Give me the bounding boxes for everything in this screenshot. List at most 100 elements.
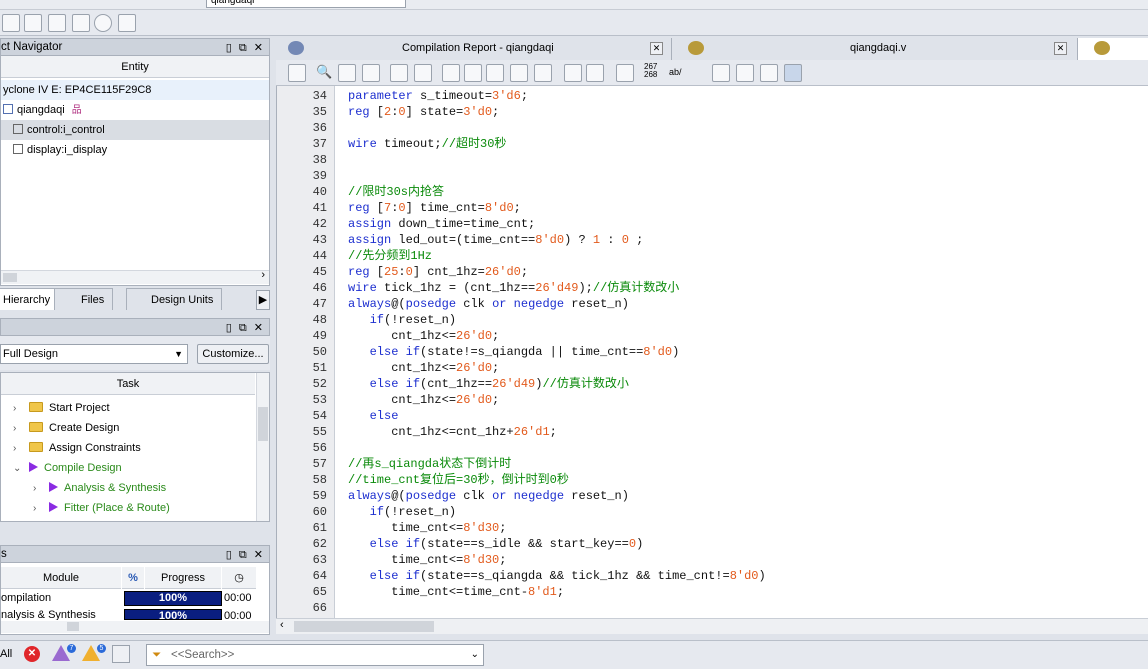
tabs-scroll-right-icon[interactable]: ▶ xyxy=(256,290,270,310)
entity-row-control[interactable]: control:i_control xyxy=(1,120,269,140)
code-line[interactable]: wire tick_1hz = (cnt_1hz==26'd49);//仿真计数… xyxy=(348,280,679,296)
close-icon[interactable]: ✕ xyxy=(650,42,663,55)
bookmark-delete-icon[interactable] xyxy=(534,64,552,82)
all-filter-button[interactable]: All xyxy=(0,648,12,660)
arrow-right-icon[interactable] xyxy=(712,64,730,82)
code-line[interactable]: cnt_1hz<=26'd0; xyxy=(348,392,499,408)
scroll-thumb[interactable] xyxy=(294,621,434,632)
code-line[interactable]: time_cnt<=8'd30; xyxy=(348,552,506,568)
line-number: 58 xyxy=(312,473,327,487)
panel-window-buttons[interactable]: ▯ ⧉ ✕ xyxy=(226,547,265,563)
indent-icon[interactable] xyxy=(390,64,408,82)
bookmark-icon[interactable] xyxy=(442,64,460,82)
bookmark-prev-icon[interactable] xyxy=(486,64,504,82)
tab-active-extra[interactable] xyxy=(1078,38,1148,60)
close-icon[interactable]: ✕ xyxy=(1054,42,1067,55)
code-line[interactable]: else if(state==s_qiangda && tick_1hz && … xyxy=(348,568,766,584)
code-line[interactable]: if(!reset_n) xyxy=(348,312,456,328)
unindent-icon[interactable] xyxy=(414,64,432,82)
top-entity-row[interactable]: qiangdaqi 品 xyxy=(1,100,82,120)
tasks-vscroll[interactable] xyxy=(256,373,269,521)
task-compile-design[interactable]: ⌄ Compile Design xyxy=(1,458,122,478)
syntax-check-icon[interactable] xyxy=(616,64,634,82)
code-line[interactable]: else xyxy=(348,408,399,424)
scroll-thumb[interactable] xyxy=(3,273,17,282)
line-number: 61 xyxy=(312,521,327,535)
code-line[interactable]: else if(cnt_1hz==26'd49)//仿真计数改小 xyxy=(348,376,629,392)
panel-icon[interactable] xyxy=(288,64,306,82)
task-start-project[interactable]: › Start Project xyxy=(1,398,110,418)
view-mode-3-icon[interactable] xyxy=(784,64,802,82)
attach-icon[interactable] xyxy=(564,64,582,82)
code-editor[interactable]: 34 35 36 37 38 39 40 41 42 43 44 45 46 47 48 49 50 51 52 53… xyxy=(276,86,1148,618)
pin-planner-icon[interactable] xyxy=(72,14,90,32)
status-hscroll[interactable] xyxy=(1,621,269,633)
edit-icon[interactable] xyxy=(24,14,42,32)
code-line[interactable]: //先分频到1Hz xyxy=(348,248,432,264)
project-combo[interactable]: qiangdaqi xyxy=(206,0,406,8)
code-line[interactable]: assign down_time=time_cnt; xyxy=(348,216,535,232)
code-line[interactable]: //限时30s内抢答 xyxy=(348,184,444,200)
suppress-icon[interactable] xyxy=(112,645,130,663)
code-line[interactable]: assign led_out=(time_cnt==8'd0) ? 1 : 0 … xyxy=(348,232,643,248)
tab-compilation-report[interactable]: Compilation Report - qiangdaqi ✕ xyxy=(276,38,672,60)
chip-planner-icon[interactable] xyxy=(94,14,112,32)
scroll-thumb[interactable] xyxy=(258,407,268,441)
task-fitter[interactable]: › Fitter (Place & Route) xyxy=(1,498,170,518)
scroll-right-icon[interactable]: › xyxy=(261,269,265,281)
bookmark-clear-icon[interactable] xyxy=(510,64,528,82)
code-line[interactable]: if(!reset_n) xyxy=(348,504,456,520)
code-line[interactable]: reg [2:0] state=3'd0; xyxy=(348,104,499,120)
code-line[interactable]: cnt_1hz<=cnt_1hz+26'd1; xyxy=(348,424,557,440)
chevron-right-icon: › xyxy=(33,483,37,494)
device-row[interactable]: yclone IV E: EP4CE115F29C8 xyxy=(1,80,269,100)
code-line[interactable]: cnt_1hz<=26'd0; xyxy=(348,360,499,376)
code-line[interactable]: parameter s_timeout=3'd6; xyxy=(348,88,528,104)
editor-hscroll[interactable]: ‹ xyxy=(276,618,1148,634)
top-entity-label: qiangdaqi xyxy=(17,104,65,116)
code-line[interactable]: wire timeout;//超时30秒 xyxy=(348,136,506,152)
scroll-thumb[interactable] xyxy=(67,622,79,631)
word-wrap-icon[interactable]: ab/ xyxy=(669,67,682,77)
code-line[interactable]: else if(state!=s_qiangda || time_cnt==8'… xyxy=(348,344,680,360)
entity-row-display[interactable]: display:i_display xyxy=(1,140,107,160)
find-replace-icon[interactable] xyxy=(338,64,356,82)
assignment-icon[interactable] xyxy=(48,14,66,32)
code-line[interactable]: cnt_1hz<=26'd0; xyxy=(348,328,499,344)
code-line[interactable]: //再s_qiangda状态下倒计时 xyxy=(348,456,511,472)
code-line[interactable]: //time_cnt复位后=30秒，倒计时到0秒 xyxy=(348,472,569,488)
bookmark-next-icon[interactable] xyxy=(464,64,482,82)
tab-qiangdaqi-v[interactable]: qiangdaqi.v ✕ xyxy=(672,38,1078,60)
tab-files[interactable]: Files xyxy=(54,288,114,310)
code-line[interactable]: else if(state==s_idle && start_key==0) xyxy=(348,536,644,552)
code-line[interactable]: reg [25:0] cnt_1hz=26'd0; xyxy=(348,264,528,280)
goto-icon[interactable] xyxy=(362,64,380,82)
view-mode-2-icon[interactable] xyxy=(760,64,778,82)
line-numbers-icon[interactable]: 267 268 xyxy=(644,63,657,79)
panel-window-buttons[interactable]: ▯ ⧉ ✕ xyxy=(226,40,265,56)
insert-template-icon[interactable] xyxy=(586,64,604,82)
chevron-down-icon[interactable]: ⌄ xyxy=(471,645,479,665)
code-line[interactable]: always@(posedge clk or negedge reset_n) xyxy=(348,296,629,312)
tab-hierarchy[interactable]: Hierarchy xyxy=(0,288,60,310)
view-mode-1-icon[interactable] xyxy=(736,64,754,82)
task-analysis-synthesis[interactable]: › Analysis & Synthesis xyxy=(1,478,166,498)
task-create-design[interactable]: › Create Design xyxy=(1,418,119,438)
line-number: 35 xyxy=(312,105,327,119)
panel-window-buttons[interactable]: ▯ ⧉ ✕ xyxy=(226,320,265,336)
error-filter-icon[interactable]: ✕ xyxy=(24,646,40,662)
code-line[interactable]: always@(posedge clk or negedge reset_n) xyxy=(348,488,629,504)
checklist-icon[interactable] xyxy=(118,14,136,32)
code-line[interactable]: time_cnt<=time_cnt-8'd1; xyxy=(348,584,564,600)
nav-hscroll[interactable]: › xyxy=(1,269,269,284)
task-assign-constraints[interactable]: › Assign Constraints xyxy=(1,438,141,458)
scroll-left-icon[interactable]: ‹ xyxy=(280,619,284,631)
code-line[interactable]: time_cnt<=8'd30; xyxy=(348,520,506,536)
message-search-input[interactable]: ⏷ <<Search>> ⌄ xyxy=(146,644,484,666)
tab-design-units[interactable]: Design Units xyxy=(126,288,223,310)
find-icon[interactable]: 🔍 xyxy=(316,64,334,82)
code-line[interactable]: reg [7:0] time_cnt=8'd0; xyxy=(348,200,521,216)
hierarchy-icon[interactable] xyxy=(2,14,20,32)
customize-button[interactable]: Customize... xyxy=(197,344,269,364)
flow-select[interactable]: Full Design ▼ xyxy=(0,344,188,364)
